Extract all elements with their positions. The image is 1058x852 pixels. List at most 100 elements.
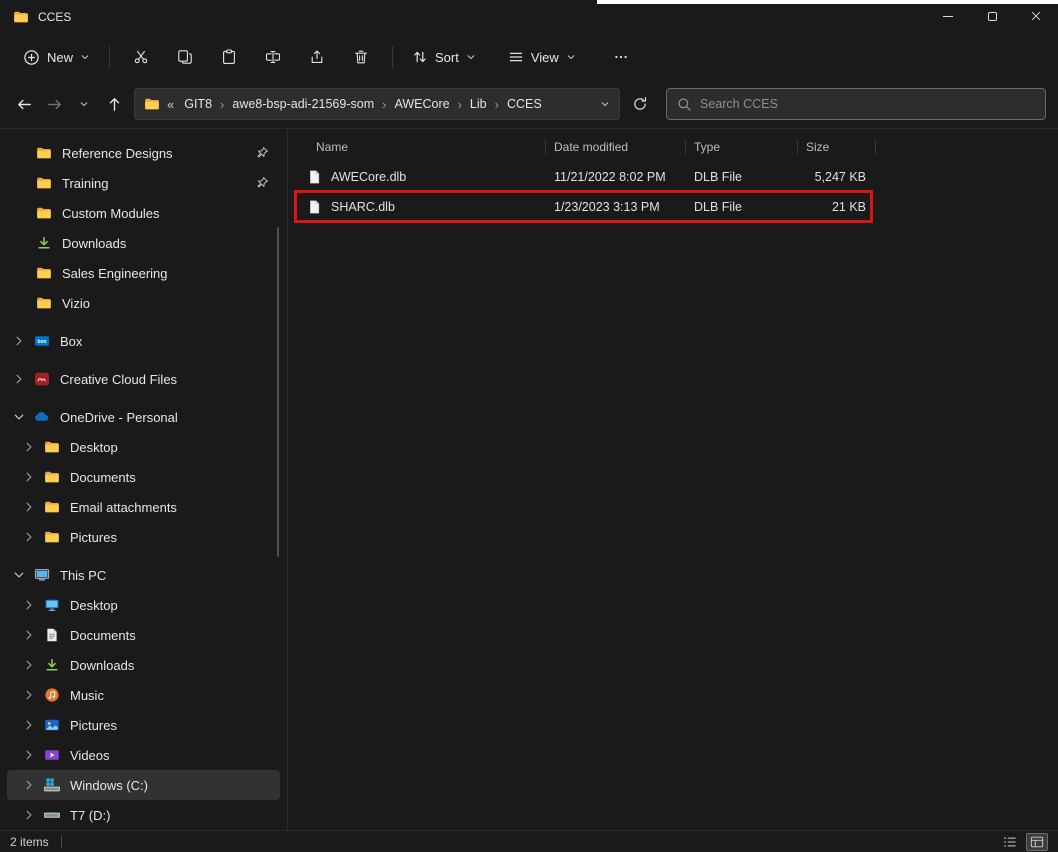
pin-icon [255,146,269,160]
breadcrumb-item-lib[interactable]: Lib [464,95,493,113]
sidebar-item-label: Videos [70,748,110,763]
desktop-background-strip [597,0,1058,4]
sidebar-item-downloads[interactable]: Downloads [7,228,280,258]
copy-button[interactable] [166,41,204,73]
chevron-right-icon[interactable] [21,657,37,673]
column-headers: NameDate modifiedTypeSize [296,134,1058,160]
search-input[interactable] [700,97,1035,111]
sidebar-item-desktop[interactable]: Desktop [7,432,280,462]
file-row-awecore-dlb[interactable]: AWECore.dlb 11/21/2022 8:02 PM DLB File … [296,162,1058,192]
cut-button[interactable] [122,41,160,73]
sidebar-item-documents[interactable]: Documents [7,462,280,492]
breadcrumb-item-awecore[interactable]: AWECore [388,95,455,113]
chevron-right-icon[interactable] [21,627,37,643]
column-header-type[interactable]: Type [686,134,798,160]
sidebar-item-training[interactable]: Training [7,168,280,198]
back-button[interactable] [12,91,36,117]
sidebar-item-sales-engineering[interactable]: Sales Engineering [7,258,280,288]
paste-button[interactable] [210,41,248,73]
chevron-right-icon[interactable] [21,499,37,515]
sidebar-item-label: Downloads [62,236,126,251]
sidebar-item-label: Documents [70,470,136,485]
sidebar-item-label: Downloads [70,658,134,673]
navigation-bar: « GIT8›awe8-bsp-adi-21569-som›AWECore›Li… [0,80,1058,128]
view-button[interactable]: View [498,43,586,71]
more-options-button[interactable] [602,41,640,73]
chevron-right-icon[interactable] [21,529,37,545]
sidebar-item-pictures[interactable]: Pictures [7,522,280,552]
sidebar-item-label: Training [62,176,108,191]
window-controls [926,0,1058,32]
folder-icon [35,174,53,192]
rename-button[interactable] [254,41,292,73]
folder-icon [43,468,61,486]
address-bar[interactable]: « GIT8›awe8-bsp-adi-21569-som›AWECore›Li… [134,88,620,120]
chevron-right-icon[interactable] [21,717,37,733]
sidebar-item-windows-c[interactable]: Windows (C:) [7,770,280,800]
details-view-button[interactable] [999,833,1021,851]
forward-button[interactable] [42,91,66,117]
chevron-right-icon[interactable] [21,439,37,455]
sidebar-item-documents[interactable]: Documents [7,620,280,650]
up-button[interactable] [102,91,126,117]
folder-icon [43,528,61,546]
refresh-button[interactable] [628,91,652,117]
chevron-right-icon[interactable] [21,747,37,763]
sidebar-item-label: Creative Cloud Files [60,372,177,387]
recent-locations-button[interactable] [72,91,96,117]
file-name: AWECore.dlb [331,170,406,184]
share-button[interactable] [298,41,336,73]
maximize-button[interactable] [970,0,1014,32]
breadcrumb-item-awe8-bsp-adi-21569-som[interactable]: awe8-bsp-adi-21569-som [226,95,380,113]
column-header-name[interactable]: Name [296,134,546,160]
chevron-down-icon [80,52,90,62]
sidebar-item-label: Windows (C:) [70,778,148,793]
titlebar[interactable]: CCES [0,0,1058,34]
sidebar-item-vizio[interactable]: Vizio [7,288,280,318]
column-header-size[interactable]: Size [798,134,876,160]
breadcrumb-item-git8[interactable]: GIT8 [178,95,218,113]
sidebar-item-downloads[interactable]: Downloads [7,650,280,680]
chevron-right-icon[interactable] [11,333,27,349]
sidebar-item-music[interactable]: Music [7,680,280,710]
breadcrumb-item-cces[interactable]: CCES [501,95,548,113]
file-icon [307,169,322,185]
address-dropdown-icon[interactable] [600,99,610,109]
window-title: CCES [38,10,71,24]
minimize-icon [943,16,953,17]
chevron-right-icon[interactable] [21,777,37,793]
chevron-right-icon[interactable] [21,597,37,613]
sidebar-item-t7-d[interactable]: T7 (D:) [7,800,280,830]
chevron-right-icon[interactable] [21,807,37,823]
sidebar-item-reference-designs[interactable]: Reference Designs [7,138,280,168]
sidebar-item-videos[interactable]: Videos [7,740,280,770]
folder-icon [35,204,53,222]
breadcrumb-overflow[interactable]: « [167,97,174,112]
toolbar-divider [392,46,393,68]
sidebar-item-email-attachments[interactable]: Email attachments [7,492,280,522]
sort-button[interactable]: Sort [402,43,486,71]
chevron-right-icon[interactable] [21,687,37,703]
sidebar-scrollbar[interactable] [277,227,279,557]
delete-button[interactable] [342,41,380,73]
status-bar: 2 items [0,830,1058,852]
search-box[interactable] [666,88,1046,120]
chevron-right-icon[interactable] [21,469,37,485]
sidebar-item-onedrive-personal[interactable]: OneDrive - Personal [7,402,280,432]
sidebar-item-this-pc[interactable]: This PC [7,560,280,590]
chevron-right-icon[interactable] [11,371,27,387]
sidebar-item-pictures[interactable]: Pictures [7,710,280,740]
minimize-button[interactable] [926,0,970,32]
large-thumbnails-view-button[interactable] [1026,833,1048,851]
sidebar-item-custom-modules[interactable]: Custom Modules [7,198,280,228]
column-header-date-modified[interactable]: Date modified [546,134,686,160]
new-button[interactable]: New [13,43,100,72]
sidebar-item-creative-cloud-files[interactable]: Creative Cloud Files [7,364,280,394]
chevron-down-icon[interactable] [11,567,27,583]
sidebar-item-box[interactable]: boxBox [7,326,280,356]
sidebar-item-desktop[interactable]: Desktop [7,590,280,620]
folder-icon [43,498,61,516]
folder-icon [43,438,61,456]
chevron-down-icon[interactable] [11,409,27,425]
close-button[interactable] [1014,0,1058,32]
